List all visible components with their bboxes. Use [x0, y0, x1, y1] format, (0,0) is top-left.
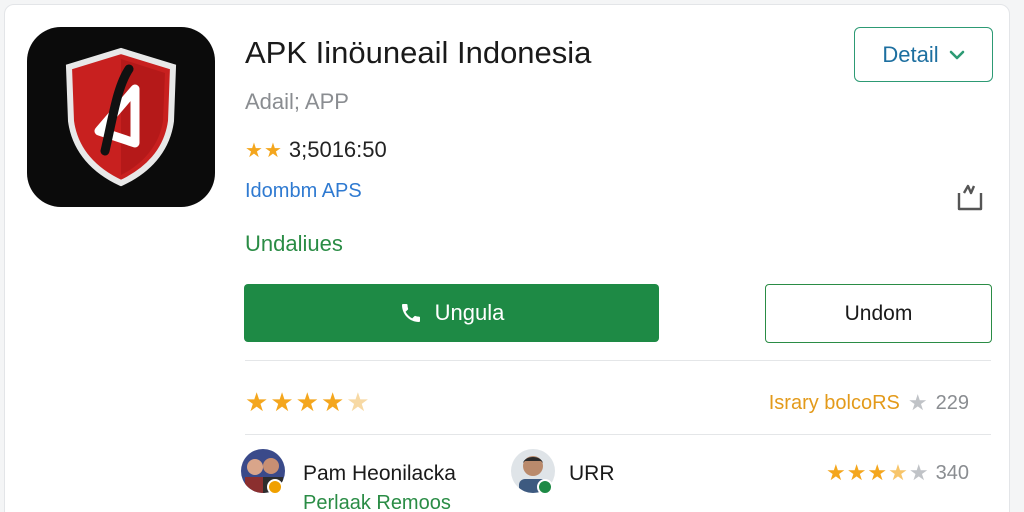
detail-label: Detail: [882, 41, 939, 67]
rating-stars: ★★: [245, 138, 283, 163]
reviews-label[interactable]: Israry bolcoRS: [769, 392, 900, 415]
star-icon: ★: [245, 139, 264, 162]
divider: [245, 360, 991, 361]
shield-logo-icon: [65, 47, 177, 187]
star-icon: ★: [245, 387, 271, 417]
reviewer-name: URR: [569, 462, 615, 485]
secondary-action-button[interactable]: Undom: [765, 284, 992, 343]
app-title: APK Iinöuneail Indonesia: [245, 35, 592, 70]
star-half-icon: ★: [346, 387, 372, 417]
detail-button[interactable]: Detail: [854, 27, 993, 82]
primary-action-button[interactable]: Ungula: [244, 284, 659, 342]
reviewer-subtitle[interactable]: Perlaak Remoos: [303, 492, 451, 512]
reviews-summary-stars: ★★★★★: [245, 387, 372, 418]
star-icon: ★: [846, 460, 868, 485]
divider: [245, 434, 991, 435]
app-subtitle: Adail; APP: [245, 89, 349, 114]
star-icon: ★: [867, 460, 889, 485]
star-half-icon: ★: [888, 460, 909, 485]
phone-icon: [401, 304, 420, 322]
app-rating: ★★ 3;5016:50: [245, 137, 387, 163]
share-button[interactable]: [949, 177, 991, 217]
share-icon: [957, 184, 983, 211]
app-icon[interactable]: [27, 27, 215, 207]
primary-action-label: Ungula: [434, 300, 505, 325]
verified-badge-icon: [537, 479, 553, 495]
reviewer-name: Pam Heonilacka: [303, 462, 456, 485]
reviewer-rating-count: 340: [935, 461, 969, 484]
app-card: APK Iinöuneail Indonesia Adail; APP ★★ 3…: [4, 4, 1010, 512]
reviewer-rating: ★★★★★ 340: [826, 460, 969, 486]
star-icon: ★: [263, 139, 283, 162]
install-status: Undaliues: [245, 231, 343, 256]
chevron-down-icon: [949, 50, 964, 59]
secondary-action-label: Undom: [844, 301, 913, 325]
reviews-count: 229: [935, 391, 969, 414]
star-icon: ★: [295, 387, 321, 417]
developer-link[interactable]: Idombm APS: [245, 180, 362, 203]
reviews-summary: Israry bolcoRS ★ 229: [769, 390, 969, 416]
rating-value: 3;5016:50: [288, 137, 387, 162]
star-icon: ★: [270, 387, 296, 417]
verified-badge-icon: [267, 479, 283, 495]
star-icon: ★: [908, 460, 930, 485]
star-icon: ★: [320, 387, 347, 417]
star-icon: ★: [825, 460, 847, 485]
reviewer-rating-stars: ★★★★★: [826, 460, 930, 486]
star-icon: ★: [907, 390, 928, 415]
